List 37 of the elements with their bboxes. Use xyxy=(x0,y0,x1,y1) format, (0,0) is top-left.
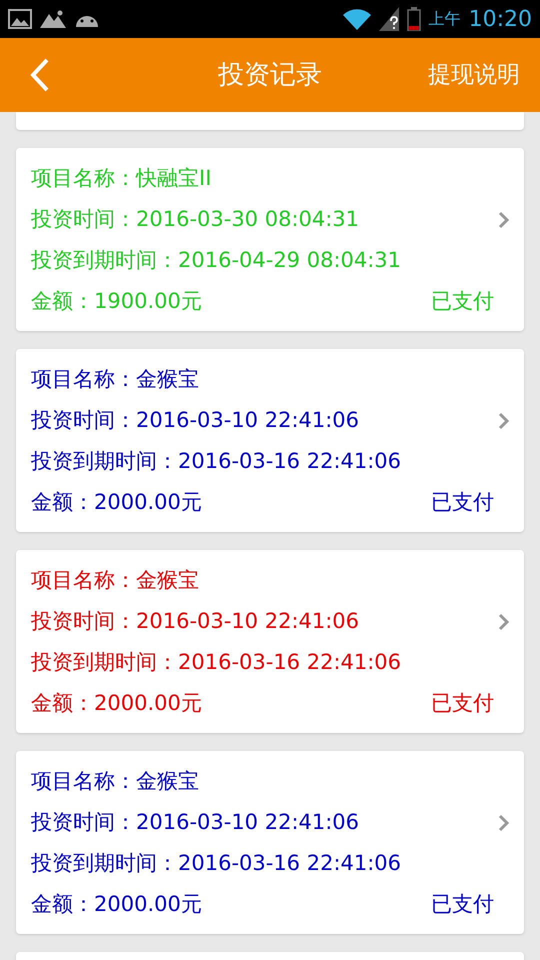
amount: 金额：2000.00元 xyxy=(31,690,202,716)
chevron-right-icon xyxy=(498,814,510,832)
battery-icon xyxy=(406,7,421,31)
due-time: 投资到期时间：2016-03-16 22:41:06 xyxy=(31,648,402,676)
invest-time: 投资时间：2016-03-10 22:41:06 xyxy=(31,608,360,634)
signal-icon xyxy=(378,7,399,31)
amount: 金额：1900.00元 xyxy=(31,288,202,314)
withdraw-info-button[interactable]: 提现说明 xyxy=(428,58,520,92)
invest-time: 投资时间：2016-03-10 22:41:06 xyxy=(31,406,360,434)
chevron-right-icon xyxy=(498,612,510,630)
invest-time: 投资时间：2016-03-30 08:04:31 xyxy=(31,206,360,232)
payment-status: 已支付 xyxy=(431,890,494,918)
invest-time: 投资时间：2016-03-10 22:41:06 xyxy=(31,808,360,836)
mountain-icon xyxy=(40,10,66,28)
record-card[interactable]: 项目名称：金猴宝 投资时间：2016-03-10 22:41:06 投资到期时间：2016-03-16 22:41:06 金额：2000.00元 已支付 xyxy=(16,550,524,733)
amount: 金额：2000.00元 xyxy=(31,890,202,918)
payment-status: 已支付 xyxy=(431,488,494,516)
project-name: 项目名称：金猴宝 xyxy=(31,366,200,392)
due-time: 投资到期时间：2016-03-16 22:41:06 xyxy=(31,448,402,474)
image-icon xyxy=(8,9,32,29)
payment-status: 已支付 xyxy=(431,690,494,716)
clock-time: 10:20 xyxy=(468,6,532,34)
record-card[interactable]: 项目名称：金猴宝 投资时间：2016-03-10 22:41:06 投资到期时间：2016-03-16 22:41:06 金额：2000.00元 已支付 xyxy=(16,751,524,934)
chevron-left-icon xyxy=(30,58,50,92)
payment-status: 已支付 xyxy=(431,288,494,314)
wifi-icon xyxy=(342,8,371,30)
due-time: 投资到期时间：2016-04-29 08:04:31 xyxy=(31,246,402,274)
project-name: 项目名称：金猴宝 xyxy=(31,768,200,794)
clock-period: 上午 xyxy=(428,8,461,30)
chevron-right-icon xyxy=(498,412,510,430)
project-name: 项目名称：金猴宝 xyxy=(31,566,200,594)
record-card[interactable]: 项目名称：金猴宝 投资时间：2016-03-10 22:41:06 投资到期时间：2016-03-16 22:41:06 金额：2000.00元 已支付 xyxy=(16,349,524,532)
amount: 金额：2000.00元 xyxy=(31,488,202,516)
project-name: 项目名称：快融宝II xyxy=(31,164,212,192)
page-title: 投资记录 xyxy=(218,58,322,92)
due-time: 投资到期时间：2016-03-16 22:41:06 xyxy=(31,850,402,876)
chevron-right-icon xyxy=(498,210,510,228)
